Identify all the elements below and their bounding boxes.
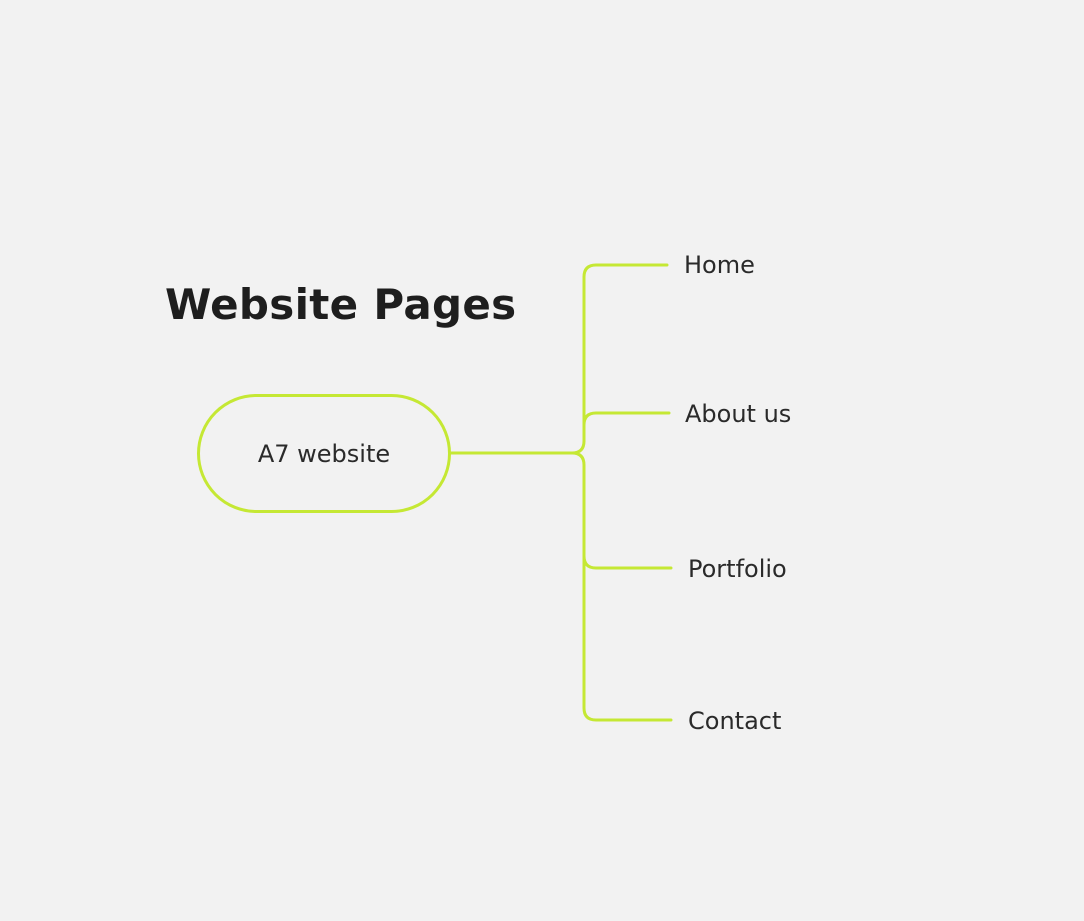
child-node-home[interactable]: Home — [684, 250, 755, 280]
branch-about-us — [582, 411, 671, 443]
branch-contact — [582, 554, 673, 722]
root-node-label: A7 website — [257, 439, 391, 468]
root-node[interactable]: A7 website — [197, 394, 451, 513]
child-node-portfolio[interactable]: Portfolio — [688, 554, 787, 584]
branch-portfolio — [570, 451, 673, 570]
diagram-title: Website Pages — [165, 280, 517, 329]
child-node-about-us[interactable]: About us — [685, 399, 791, 429]
child-node-contact[interactable]: Contact — [688, 706, 781, 736]
mindmap-connectors — [449, 263, 673, 722]
branch-home — [570, 263, 669, 455]
